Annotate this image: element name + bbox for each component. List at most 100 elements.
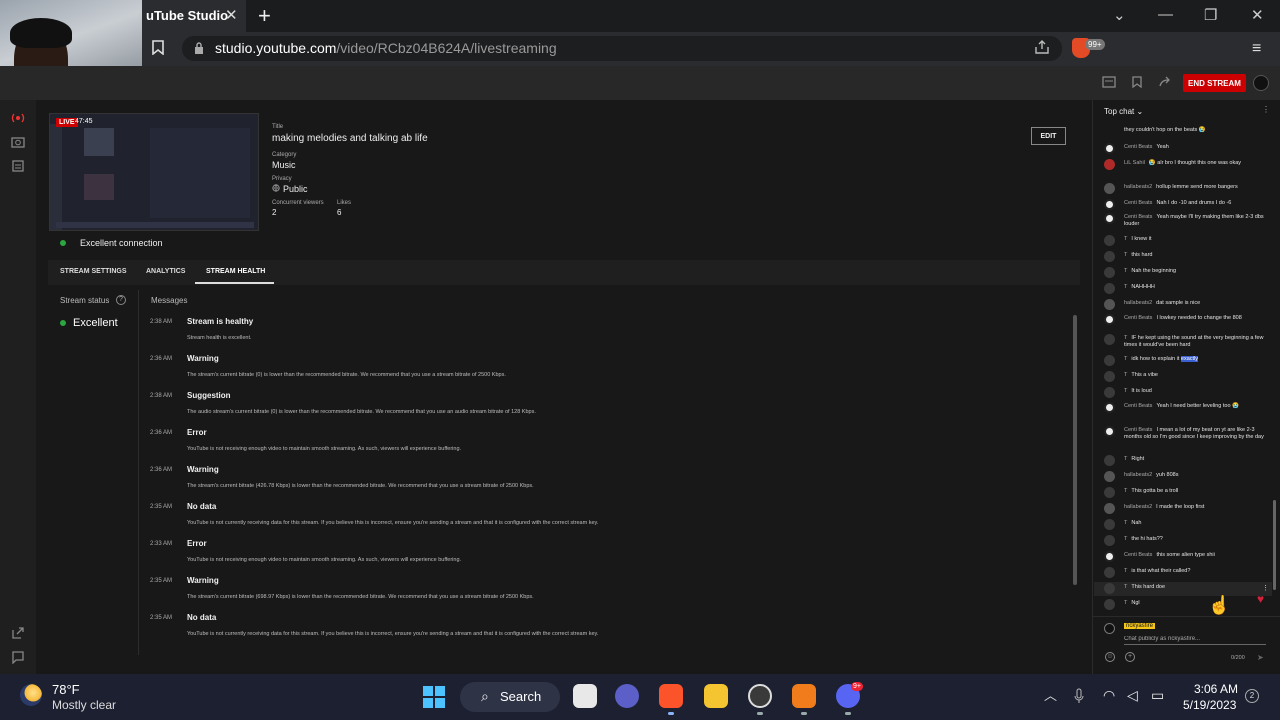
avatar <box>1104 283 1115 294</box>
share-arrow-icon[interactable] <box>1158 76 1172 88</box>
tab-stream-health[interactable]: STREAM HEALTH <box>206 268 265 275</box>
message-description: The stream's current bitrate (698.97 Kbp… <box>187 594 534 600</box>
message-time: 2:36 AM <box>150 430 173 436</box>
help-icon[interactable]: ? <box>116 295 126 305</box>
lock-icon <box>195 42 203 54</box>
avatar <box>1104 426 1115 437</box>
avatar <box>1104 199 1115 210</box>
message-title: No data <box>187 502 217 511</box>
tab-search-chevron-icon[interactable]: ⌄ <box>1113 6 1126 24</box>
my-channel-name: rickyasfire <box>1124 623 1156 629</box>
windows-start-icon[interactable] <box>422 685 446 709</box>
avatar <box>1104 471 1115 482</box>
minimize-button[interactable]: — <box>1158 6 1173 23</box>
live-stream-icon[interactable] <box>11 111 25 125</box>
avatar <box>1104 402 1115 413</box>
viewers-value: 2 <box>272 208 277 217</box>
main-scrollbar[interactable] <box>1073 315 1077 585</box>
discord-badge: 9+ <box>851 682 863 691</box>
message-time: 2:35 AM <box>150 504 173 510</box>
battery-icon[interactable]: ▭ <box>1151 687 1164 704</box>
bookmark-icon[interactable] <box>1130 76 1144 88</box>
avatar <box>1104 535 1115 546</box>
message-title: No data <box>187 613 217 622</box>
live-elapsed-time: 47:45 <box>75 118 93 125</box>
end-stream-button[interactable]: END STREAM <box>1183 74 1246 92</box>
message-title: Error <box>187 539 207 548</box>
feedback-icon[interactable] <box>11 650 25 664</box>
avatar <box>1104 583 1115 594</box>
url-text[interactable]: studio.youtube.com/video/RCbz04B624A/liv… <box>215 40 557 56</box>
weather-temperature[interactable]: 78°F <box>52 682 80 697</box>
avatar <box>1104 183 1115 194</box>
likes-value: 6 <box>337 208 342 217</box>
mouse-cursor-icon: ☝ <box>1208 595 1231 615</box>
wifi-icon[interactable]: ◠ <box>1103 687 1115 704</box>
external-link-icon[interactable] <box>11 626 25 640</box>
task-view-icon[interactable] <box>573 684 597 708</box>
add-icon[interactable]: + <box>1125 652 1135 662</box>
weather-description[interactable]: Mostly clear <box>52 698 116 712</box>
microphone-icon[interactable] <box>1074 688 1084 704</box>
close-window-button[interactable]: ✕ <box>1251 6 1264 24</box>
heart-icon[interactable]: ♥ <box>1257 592 1264 606</box>
chat-scrollbar[interactable] <box>1273 500 1276 590</box>
fl-studio-icon[interactable] <box>792 684 816 708</box>
viewers-label: Concurrent viewers <box>272 200 324 206</box>
likes-label: Likes <box>337 200 352 206</box>
tab-title: uTube Studio <box>146 8 229 23</box>
status-dot <box>60 320 66 326</box>
share-icon[interactable] <box>1034 40 1050 54</box>
avatar <box>1104 355 1115 366</box>
new-tab-button[interactable]: + <box>258 3 271 29</box>
clock-date[interactable]: 5/19/2023 <box>1183 698 1236 712</box>
camera-icon[interactable] <box>11 135 25 149</box>
volume-icon[interactable]: ◁ <box>1127 687 1138 704</box>
edit-button[interactable]: EDIT <box>1031 127 1066 145</box>
send-icon[interactable]: ➤ <box>1257 653 1264 662</box>
chat-more-icon[interactable]: ⋮ <box>1262 105 1270 114</box>
captions-icon[interactable] <box>1102 76 1116 88</box>
emoji-icon[interactable]: ☺ <box>1105 652 1115 662</box>
chat-row-menu-icon[interactable]: ⋮ <box>1262 584 1269 592</box>
avatar <box>1104 213 1115 224</box>
shield-count-badge: 99+ <box>1085 39 1105 50</box>
stream-status-heading: Stream status <box>60 296 110 305</box>
maximize-button[interactable]: ❐ <box>1204 6 1217 24</box>
account-avatar[interactable] <box>1253 75 1269 91</box>
message-time: 2:35 AM <box>150 578 173 584</box>
active-tab-indicator <box>195 282 274 284</box>
stream-status-value: Excellent <box>73 317 118 329</box>
message-title: Error <box>187 428 207 437</box>
tab-close-icon[interactable]: ✕ <box>225 6 238 24</box>
stream-preview[interactable] <box>49 113 259 231</box>
search-label: Search <box>500 689 542 704</box>
tray-overflow-icon[interactable]: ︿ <box>1044 685 1057 704</box>
chat-input[interactable] <box>1124 634 1266 645</box>
globe-icon <box>272 184 280 192</box>
chat-mode-dropdown[interactable]: Top chat ⌄ <box>1104 107 1143 116</box>
manage-icon[interactable] <box>11 159 25 173</box>
message-description: YouTube is not receiving enough video to… <box>187 557 462 563</box>
file-explorer-icon[interactable] <box>704 684 728 708</box>
avatar <box>1104 519 1115 530</box>
message-time: 2:36 AM <box>150 467 173 473</box>
obs-icon[interactable] <box>748 684 772 708</box>
tab-analytics[interactable]: ANALYTICS <box>146 268 185 275</box>
message-title: Stream is healthy <box>187 317 254 326</box>
category-label: Category <box>272 152 297 158</box>
privacy-label: Privacy <box>272 176 292 182</box>
connection-status-dot <box>60 240 66 246</box>
bookmark-icon[interactable] <box>152 40 164 55</box>
clock-time[interactable]: 3:06 AM <box>1194 682 1238 696</box>
notification-count-icon[interactable]: 2 <box>1245 689 1259 703</box>
studio-header <box>0 66 1280 100</box>
weather-moon-icon[interactable] <box>20 684 42 706</box>
active-app-indicator <box>668 712 674 715</box>
column-divider <box>138 290 139 655</box>
browser-menu-icon[interactable]: ≡ <box>1252 40 1261 58</box>
message-description: YouTube is not receiving enough video to… <box>187 446 462 452</box>
brave-browser-icon[interactable] <box>659 684 683 708</box>
tab-stream-settings[interactable]: STREAM SETTINGS <box>60 268 127 275</box>
teams-chat-icon[interactable] <box>615 684 639 708</box>
